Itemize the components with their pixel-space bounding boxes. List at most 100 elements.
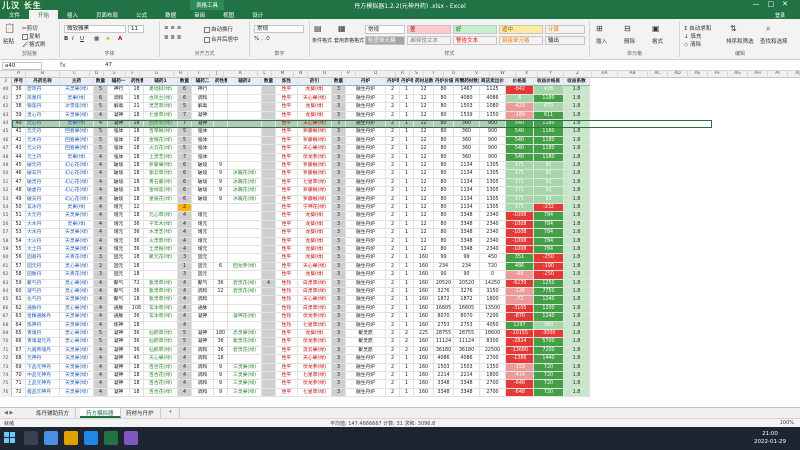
table-cell-l1[interactable]: 2 [386,153,400,162]
table-cell-a1[interactable]: 强体 [108,145,130,154]
row-number[interactable]: 51 [0,178,12,188]
table-cell-l2[interactable]: 1 [400,296,414,305]
table-cell-yin[interactable]: 性平 [276,237,298,246]
table-cell-yin[interactable]: 性平 [276,220,298,230]
row-number[interactable]: 48 [0,153,12,162]
table-cell-lu[interactable]: 融生丹炉 [346,111,386,120]
table-cell-m1[interactable]: 玄冰草(绿) [144,304,178,314]
table-cell-nd1[interactable]: 18 [130,380,144,389]
table-cell-q2[interactable]: 4 [178,296,192,305]
table-cell-l2[interactable]: 1 [400,103,414,112]
table-cell-diff[interactable]: -10155 [506,330,534,339]
table-cell-m2[interactable] [228,246,262,255]
table-cell-l1[interactable]: 2 [386,136,400,146]
table-cell-m1[interactable]: 百草根(绿) [144,128,178,137]
table-cell-nd1[interactable]: 18 [130,388,144,398]
table-cell-val[interactable]: 20520 [434,279,454,288]
underline-button[interactable]: U [80,36,84,42]
table-cell-yao[interactable]: 伏龙参(绿) [298,380,332,389]
table-cell-m1[interactable]: 仙鹤草(绿) [144,338,178,347]
table-cell-nd2[interactable]: 36 [214,346,228,356]
table-cell-l1[interactable]: 2 [386,86,400,95]
merge-center-button[interactable]: 合并后居中 [204,35,239,43]
table-cell-tot[interactable]: 160 [414,288,434,297]
table-cell-q1[interactable]: 4 [94,212,108,221]
table-cell-yin[interactable]: 性平 [276,178,298,188]
table-cell-main[interactable]: 天灵果(绿) [60,212,94,221]
table-cell-gain[interactable]: 1240 [534,313,564,322]
row-number[interactable]: 3 [0,78,12,87]
table-cell-m2[interactable] [228,237,262,246]
worksheet[interactable]: A B C D E F G H I J K L M N O P Q R S T U V W X Y Z AA AB AC AD AE AF AG… [0,71,800,407]
table-cell-gain[interactable]: 91 [534,170,564,179]
table-cell-price[interactable]: 2340 [480,246,506,255]
table-cell-no[interactable]: 44 [12,153,26,162]
table-row[interactable]: 58 54 大火丹 天灵果(绿) 4 增元 36 火灵草(绿) 4 增元 性平 龙葵(绿) 3 融生丹炉 2… [0,237,800,246]
table-cell-coef[interactable]: 1.8 [564,346,590,356]
table-cell-q4[interactable]: 3 [332,136,346,146]
table-cell-m1[interactable]: 罗蒙果(绿) [144,162,178,171]
table-cell-lu[interactable]: 融生丹炉 [346,279,386,288]
table-cell-tot[interactable]: 12 [414,195,434,204]
table-cell-lu[interactable]: 融生丹炉 [346,288,386,297]
column-header[interactable]: C [60,71,90,78]
table-cell-diff[interactable]: -3105 [506,304,534,314]
paste-icon[interactable]: 📋 [4,24,15,34]
table-cell-coef[interactable]: 1.8 [564,187,590,196]
table-cell-q4[interactable]: 3 [332,363,346,372]
table-cell-m1[interactable]: 仙鹤草(绿) [144,346,178,356]
table-cell-m2[interactable] [228,304,262,314]
table-cell-q3[interactable] [262,220,276,230]
table-cell-nd1[interactable]: 18 [130,372,144,381]
table-cell-lu[interactable]: 融生丹炉 [346,229,386,238]
table-cell-no[interactable]: 40 [12,120,26,129]
row-number[interactable]: 43 [0,111,12,120]
table-cell-q2[interactable]: 3 [178,254,192,263]
table-cell-nd1[interactable]: 18 [130,262,144,272]
style-linked-cell[interactable]: 链接单元格 [499,36,543,45]
table-cell-yao[interactable]: 龙葵(绿) [298,237,332,246]
table-cell-coef[interactable]: 1.8 [564,262,590,272]
insert-cells-button[interactable]: 插入 [596,37,607,45]
table-cell-main[interactable]: 天灵果(绿) [60,372,94,381]
table-header-cell[interactable]: 数量 [178,78,192,87]
table-cell-diff[interactable]: -153 [506,363,534,372]
table-cell-main[interactable]: 天灵果(绿) [60,111,94,120]
table-cell-m1[interactable]: 火灵草(绿) [144,237,178,246]
table-cell-q3[interactable] [262,296,276,305]
table-cell-coef[interactable]: 1.8 [564,136,590,146]
table-cell-need[interactable]: 1134 [454,187,480,196]
table-cell-name[interactable]: 九阙青魂丹 [26,346,60,356]
table-cell-diff[interactable]: -1008 [506,237,534,246]
column-header[interactable]: Q [356,71,396,78]
table-cell-gain[interactable]: -232 [534,204,564,213]
table-cell-lu[interactable]: 融生丹炉 [346,355,386,364]
table-cell-q1[interactable]: 4 [94,304,108,314]
table-cell-q3[interactable] [262,103,276,112]
table-cell-m1[interactable]: 紫云草(绿) [144,170,178,179]
window-controls[interactable]: —□✕ [753,0,797,8]
table-cell-need[interactable]: 3276 [454,288,480,297]
table-cell-need[interactable]: 1467 [454,86,480,95]
table-cell-nd1[interactable]: 18 [130,94,144,104]
column-header[interactable]: AB [618,71,648,78]
table-cell-diff[interactable]: -72 [506,296,534,305]
table-cell-nd2[interactable] [214,220,228,230]
table-cell-main[interactable]: 灵心果(绿) [60,330,94,339]
table-cell-q4[interactable]: 3 [332,120,346,129]
table-cell-l2[interactable]: 1 [400,153,414,162]
table-cell-gain[interactable]: 380 [534,321,564,330]
table-cell-nd1[interactable]: 36 [130,246,144,255]
table-cell-q3[interactable] [262,111,276,120]
table-cell-tot[interactable]: 12 [414,128,434,137]
table-cell-m1[interactable]: 元心草(绿) [144,212,178,221]
table-cell-yao[interactable]: 伏龙参(绿) [298,313,332,322]
table-cell-l2[interactable]: 1 [400,321,414,330]
table-cell-q4[interactable]: 3 [332,187,346,196]
table-cell-val[interactable]: 80 [434,170,454,179]
table-cell-a2[interactable]: 增元 [192,246,214,255]
column-header[interactable]: AF [708,71,728,78]
table-cell-q1[interactable]: 5 [94,330,108,339]
table-cell-nd2[interactable] [214,296,228,305]
table-cell-q3[interactable] [262,271,276,280]
